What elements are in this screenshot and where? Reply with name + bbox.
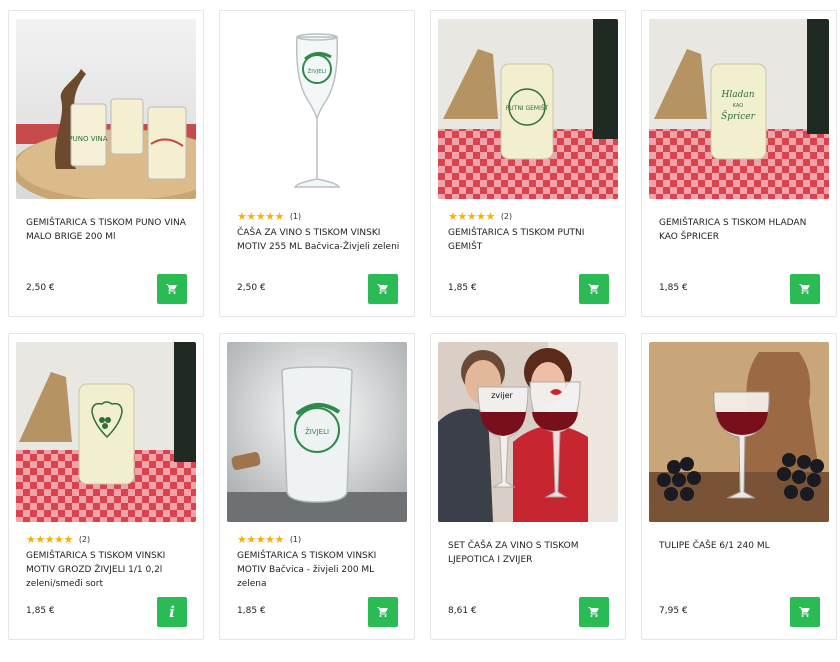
product-image[interactable]: ŽIVJELI: [227, 342, 407, 522]
cart-icon: [799, 607, 810, 617]
product-price: 7,95 €: [659, 606, 688, 616]
info-button[interactable]: i: [157, 597, 187, 627]
svg-text:PUNO VINA: PUNO VINA: [68, 135, 107, 143]
product-price: 1,85 €: [237, 606, 266, 616]
product-card[interactable]: ŽIVJELI ★★★★★ (1) GEMIŠTARICA S TISKOM V…: [219, 333, 415, 640]
product-name[interactable]: GEMIŠTARICA S TISKOM VINSKI MOTIV Bačvic…: [237, 549, 405, 591]
add-to-cart-button[interactable]: [368, 597, 398, 627]
product-name[interactable]: ČAŠA ZA VINO S TISKOM VINSKI MOTIV 255 M…: [237, 226, 405, 254]
product-card[interactable]: zvijer SET ČAŠA ZA VINO S TISKOM LJEPOTI…: [430, 333, 626, 640]
rating: ★★★★★ (1): [237, 533, 301, 546]
svg-text:PUTNI GEMIŠT: PUTNI GEMIŠT: [506, 105, 549, 112]
rating-stars: ★★★★★: [448, 210, 495, 223]
product-name[interactable]: GEMIŠTARICA S TISKOM HLADAN KAO ŠPRICER: [659, 216, 827, 244]
product-name[interactable]: GEMIŠTARICA S TISKOM PUNO VINA MALO BRIG…: [26, 216, 194, 244]
product-name[interactable]: TULIPE ČAŠE 6/1 240 ML: [659, 539, 827, 553]
product-image[interactable]: zvijer: [438, 342, 618, 522]
rating: ★★★★★ (1): [237, 210, 301, 223]
product-image[interactable]: [16, 342, 196, 522]
add-to-cart-button[interactable]: [790, 597, 820, 627]
svg-text:KAO: KAO: [733, 103, 744, 109]
svg-text:ŽIVJELI: ŽIVJELI: [305, 427, 329, 436]
add-to-cart-button[interactable]: [368, 274, 398, 304]
product-image[interactable]: Hladan KAO Špricer: [649, 19, 829, 199]
product-name[interactable]: SET ČAŠA ZA VINO S TISKOM LJEPOTICA I ZV…: [448, 539, 616, 567]
product-image[interactable]: [649, 342, 829, 522]
svg-text:zvijer: zvijer: [491, 391, 513, 400]
product-price: 1,85 €: [659, 283, 688, 293]
add-to-cart-button[interactable]: [790, 274, 820, 304]
rating-stars: ★★★★★: [237, 210, 284, 223]
cart-icon: [166, 284, 177, 294]
product-image[interactable]: PUNO VINA: [16, 19, 196, 199]
cart-icon: [377, 284, 388, 294]
product-image[interactable]: PUTNI GEMIŠT: [438, 19, 618, 199]
rating-stars: ★★★★★: [26, 533, 73, 546]
svg-text:Špricer: Špricer: [721, 110, 755, 122]
cart-icon: [588, 284, 599, 294]
rating-count: (2): [78, 535, 91, 544]
rating-count: (1): [289, 535, 302, 544]
add-to-cart-button[interactable]: [579, 597, 609, 627]
product-card[interactable]: PUNO VINA GEMIŠTARICA S TISKOM PUNO VINA…: [8, 10, 204, 317]
rating-count: (2): [500, 212, 513, 221]
cart-icon: [377, 607, 388, 617]
add-to-cart-button[interactable]: [579, 274, 609, 304]
rating: ★★★★★ (2): [448, 210, 512, 223]
product-name[interactable]: GEMIŠTARICA S TISKOM VINSKI MOTIV GROZD …: [26, 549, 194, 591]
svg-text:ŽIVJELI: ŽIVJELI: [308, 67, 327, 75]
product-image[interactable]: ŽIVJELI: [227, 19, 407, 199]
product-price: 1,85 €: [448, 283, 477, 293]
product-card[interactable]: PUTNI GEMIŠT ★★★★★ (2) GEMIŠTARICA S TIS…: [430, 10, 626, 317]
rating-count: (1): [289, 212, 302, 221]
product-price: 8,61 €: [448, 606, 477, 616]
product-card[interactable]: ŽIVJELI ★★★★★ (1) ČAŠA ZA VINO S TISKOM …: [219, 10, 415, 317]
product-price: 1,85 €: [26, 606, 55, 616]
product-price: 2,50 €: [237, 283, 266, 293]
rating: ★★★★★ (2): [26, 533, 90, 546]
product-price: 2,50 €: [26, 283, 55, 293]
add-to-cart-button[interactable]: [157, 274, 187, 304]
svg-text:Hladan: Hladan: [720, 90, 754, 100]
info-icon: i: [169, 603, 175, 621]
rating-stars: ★★★★★: [237, 533, 284, 546]
product-card[interactable]: TULIPE ČAŠE 6/1 240 ML 7,95 €: [641, 333, 837, 640]
cart-icon: [588, 607, 599, 617]
product-card[interactable]: Hladan KAO Špricer GEMIŠTARICA S TISKOM …: [641, 10, 837, 317]
cart-icon: [799, 284, 810, 294]
product-card[interactable]: ★★★★★ (2) GEMIŠTARICA S TISKOM VINSKI MO…: [8, 333, 204, 640]
product-name[interactable]: GEMIŠTARICA S TISKOM PUTNI GEMIŠT: [448, 226, 616, 254]
